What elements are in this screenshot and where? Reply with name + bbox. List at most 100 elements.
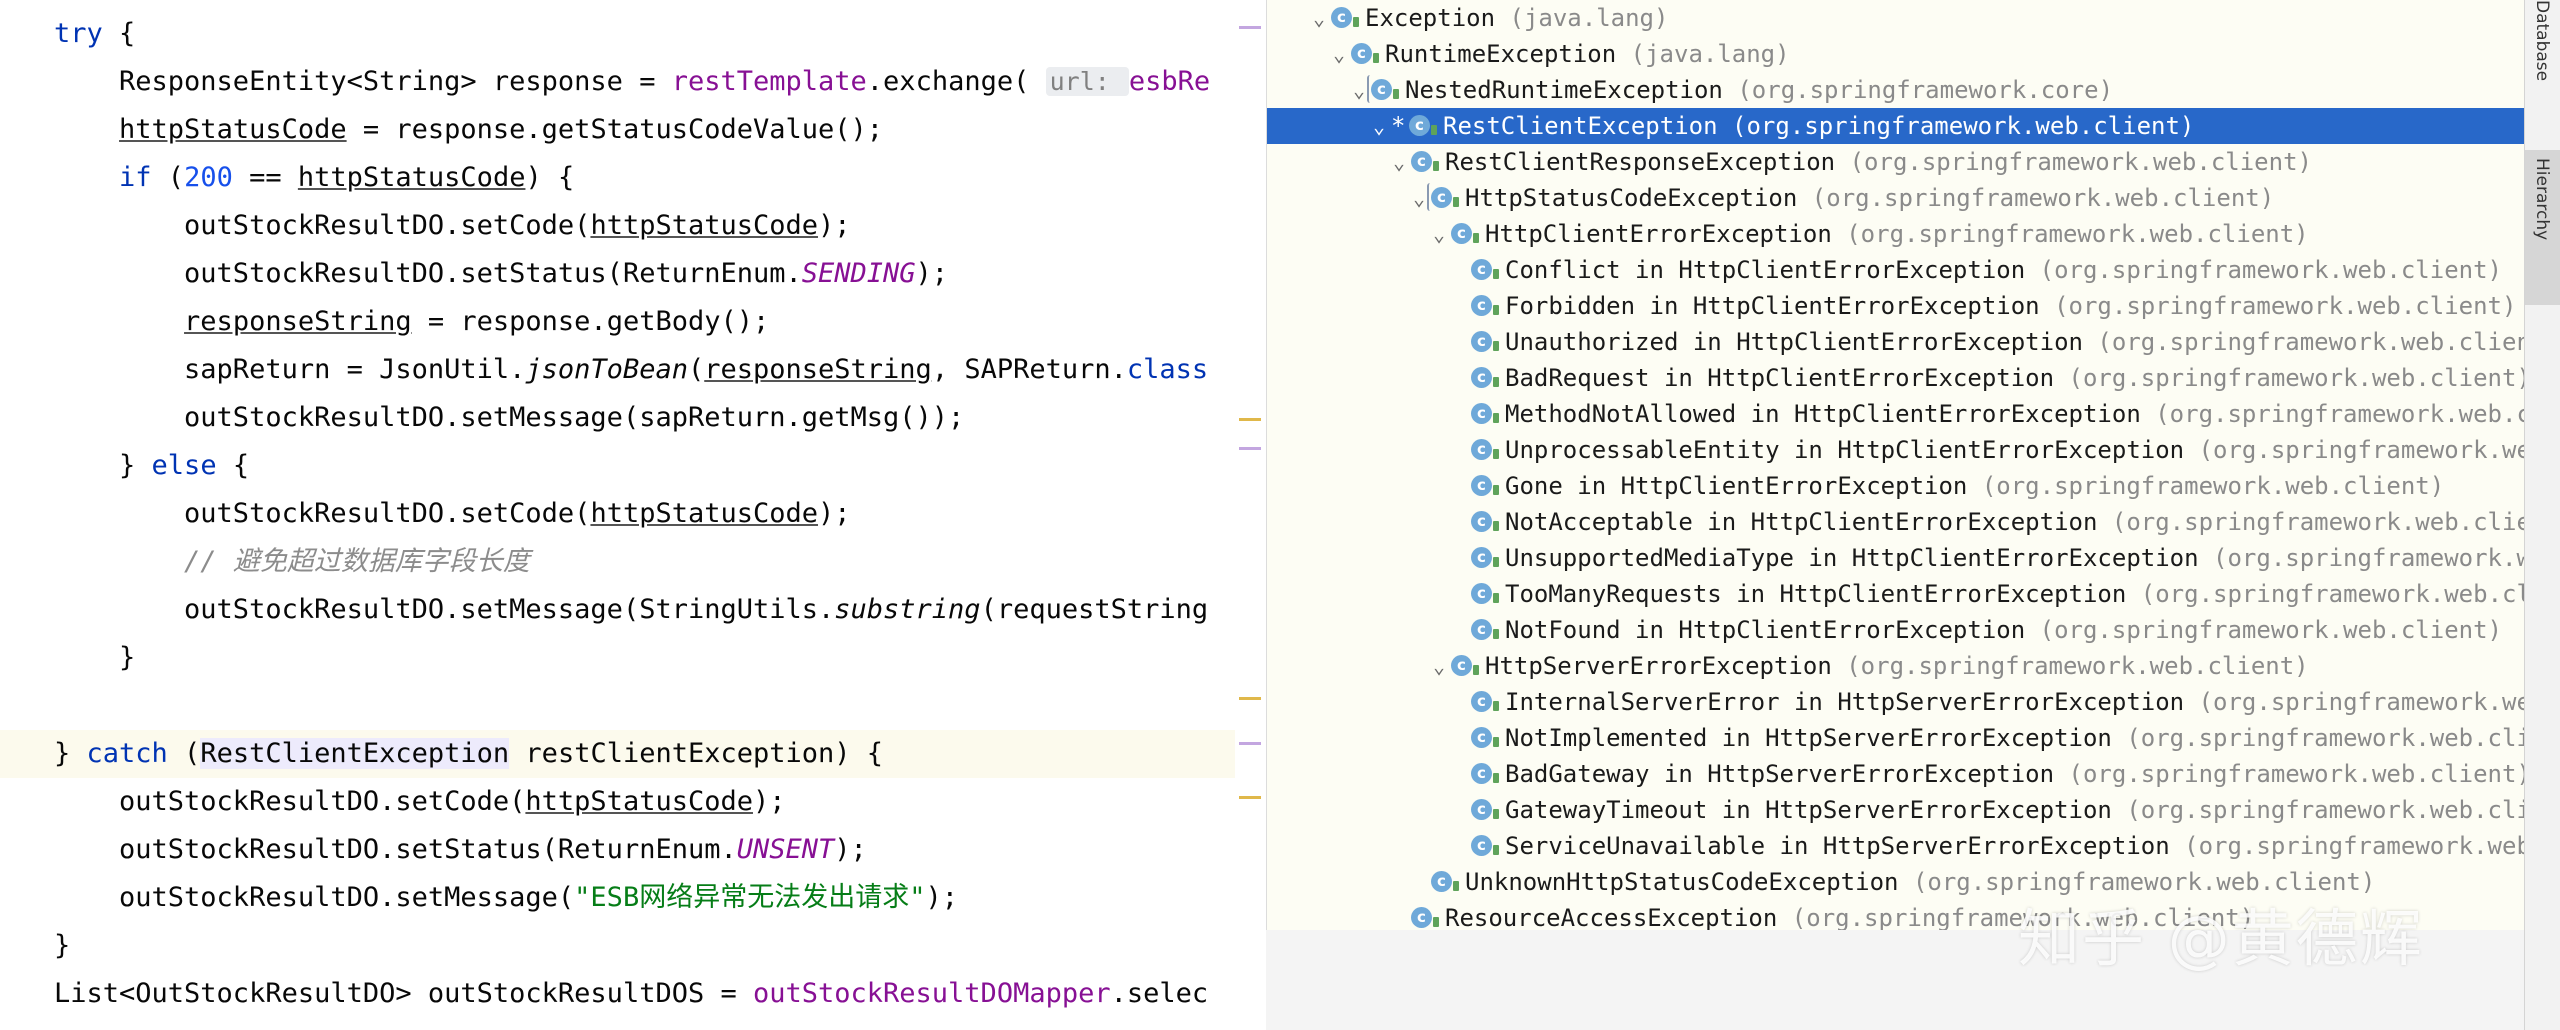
package-name: (org.springframework.web.client) [2213, 544, 2524, 572]
code-line[interactable]: } else { [0, 442, 1266, 490]
editor-marker-gutter[interactable] [1235, 0, 1266, 1030]
tree-row[interactable]: cInternalServerError in HttpServerErrorE… [1267, 684, 2524, 720]
tree-row[interactable]: cUnsupportedMediaType in HttpClientError… [1267, 540, 2524, 576]
tree-row[interactable]: ⌄cHttpServerErrorException (org.springfr… [1267, 648, 2524, 684]
code-line[interactable]: outStockResultDO.setMessage(StringUtils.… [0, 586, 1266, 634]
code-token [54, 306, 184, 337]
tree-row[interactable]: cUnprocessableEntity in HttpClientErrorE… [1267, 432, 2524, 468]
tree-row-text: NotAcceptable in HttpClientErrorExceptio… [1505, 504, 2524, 540]
code-line[interactable]: if (200 == httpStatusCode) { [0, 154, 1266, 202]
tree-row[interactable]: cBadGateway in HttpServerErrorException … [1267, 756, 2524, 792]
code-token: restTemplate [672, 66, 867, 97]
tree-row[interactable]: cNotFound in HttpClientErrorException (o… [1267, 612, 2524, 648]
code-line[interactable]: sapReturn = JsonUtil.jsonToBean(response… [0, 346, 1266, 394]
usage-marker[interactable] [1239, 742, 1261, 745]
chevron-down-icon[interactable]: ⌄ [1429, 648, 1449, 684]
code-line[interactable]: // 避免超过数据库字段长度 [0, 538, 1266, 586]
chevron-down-icon[interactable]: ⌄ [1409, 180, 1429, 216]
class-icon: c [1471, 763, 1492, 784]
warning-marker[interactable] [1239, 796, 1261, 799]
tree-row[interactable]: cNotImplemented in HttpServerErrorExcept… [1267, 720, 2524, 756]
chevron-down-icon[interactable]: ⌄ [1329, 36, 1349, 72]
tree-row[interactable]: ⌄cHttpClientErrorException (org.springfr… [1267, 216, 2524, 252]
chevron-down-icon[interactable]: ⌄ [1349, 72, 1369, 108]
hierarchy-tool-tab[interactable]: Hierarchy [2525, 150, 2560, 305]
chevron-down-icon[interactable]: ⌄ [1389, 144, 1409, 180]
code-token: ); [818, 498, 851, 529]
code-line[interactable]: responseString = response.getBody(); [0, 298, 1266, 346]
class-icon: c [1471, 439, 1492, 460]
usage-marker[interactable] [1239, 447, 1261, 450]
package-name: (org.springframework.web.client) [2126, 724, 2524, 752]
tree-row[interactable]: cServiceUnavailable in HttpServerErrorEx… [1267, 828, 2524, 864]
tree-row[interactable]: cNotAcceptable in HttpClientErrorExcepti… [1267, 504, 2524, 540]
code-token: SENDING [802, 258, 916, 289]
tree-row[interactable]: ⌄cRuntimeException (java.lang) [1267, 36, 2524, 72]
public-access-icon [1433, 917, 1439, 927]
package-name: (org.springframework.web.client) [1850, 148, 2312, 176]
tree-row[interactable]: cBadRequest in HttpClientErrorException … [1267, 360, 2524, 396]
class-name: Exception [1365, 4, 1495, 32]
tree-row[interactable]: cMethodNotAllowed in HttpClientErrorExce… [1267, 396, 2524, 432]
public-access-icon [1493, 521, 1499, 531]
class-name: Unauthorized in HttpClientErrorException [1505, 328, 2083, 356]
code-token: outStockResultDO.setCode( [54, 786, 525, 817]
warning-marker[interactable] [1239, 418, 1261, 421]
tree-row[interactable]: ⌄cHttpStatusCodeException (org.springfra… [1267, 180, 2524, 216]
warning-marker[interactable] [1239, 697, 1261, 700]
public-access-icon [1493, 305, 1499, 315]
package-name: (org.springframework.core) [1737, 76, 2113, 104]
tree-row[interactable]: cGatewayTimeout in HttpServerErrorExcept… [1267, 792, 2524, 828]
type-hierarchy-tree[interactable]: ⌄cException (java.lang)⌄cRuntimeExceptio… [1266, 0, 2524, 930]
tree-row[interactable]: cTooManyRequests in HttpClientErrorExcep… [1267, 576, 2524, 612]
code-line[interactable]: ResponseEntity<String> response = restTe… [0, 58, 1266, 106]
code-line[interactable]: outStockResultDO.setCode(httpStatusCode)… [0, 202, 1266, 250]
tree-row[interactable]: cConflict in HttpClientErrorException (o… [1267, 252, 2524, 288]
code-token: ResponseEntity<String> response = [54, 66, 672, 97]
code-line[interactable]: outStockResultDO.setCode(httpStatusCode)… [0, 490, 1266, 538]
code-editor[interactable]: try { ResponseEntity<String> response = … [0, 0, 1266, 1030]
class-icon: c [1411, 907, 1432, 928]
code-token: ); [834, 834, 867, 865]
class-name: Conflict in HttpClientErrorException [1505, 256, 2025, 284]
tree-row-selected[interactable]: ⌄*cRestClientException (org.springframew… [1267, 108, 2524, 144]
chevron-down-icon[interactable]: ⌄ [1309, 0, 1329, 36]
code-token: ( [168, 738, 201, 769]
code-line-current[interactable]: } catch (RestClientException restClientE… [0, 730, 1266, 778]
tree-row[interactable]: cForbidden in HttpClientErrorException (… [1267, 288, 2524, 324]
code-line[interactable]: outStockResultDO.setCode(httpStatusCode)… [0, 778, 1266, 826]
public-access-icon [1453, 197, 1459, 207]
tree-row[interactable]: ⌄cRestClientResponseException (org.sprin… [1267, 144, 2524, 180]
public-access-icon [1493, 449, 1499, 459]
tree-row[interactable]: cUnauthorized in HttpClientErrorExceptio… [1267, 324, 2524, 360]
package-name: (org.springframework.web.client) [1846, 220, 2308, 248]
code-token: if [119, 162, 152, 193]
tree-row[interactable]: ⌄cException (java.lang) [1267, 0, 2524, 36]
code-token: { [103, 18, 136, 49]
public-access-icon [1493, 809, 1499, 819]
package-name: (org.springframework.web.client) [1846, 652, 2308, 680]
tree-row[interactable]: cGone in HttpClientErrorException (org.s… [1267, 468, 2524, 504]
code-token: } [54, 642, 135, 673]
code-token: esbRe [1129, 66, 1210, 97]
class-icon: c [1331, 7, 1352, 28]
code-line[interactable]: } [0, 922, 1266, 970]
class-icon: c [1411, 151, 1432, 172]
code-line[interactable]: try { [0, 10, 1266, 58]
code-line[interactable]: outStockResultDO.setStatus(ReturnEnum.SE… [0, 250, 1266, 298]
code-line[interactable] [0, 682, 1266, 730]
usage-marker[interactable] [1239, 26, 1261, 29]
code-line[interactable]: outStockResultDO.setMessage("ESB网络异常无法发出… [0, 874, 1266, 922]
code-line[interactable]: } [0, 634, 1266, 682]
chevron-down-icon[interactable]: ⌄ [1429, 216, 1449, 252]
code-line[interactable]: List<OutStockResultDO> outStockResultDOS… [0, 970, 1266, 1018]
code-token: outStockResultDO.setStatus(ReturnEnum. [54, 258, 802, 289]
tree-row[interactable]: ⌄cNestedRuntimeException (org.springfram… [1267, 72, 2524, 108]
code-token: httpStatusCode [119, 114, 347, 145]
code-token: ) { [525, 162, 574, 193]
code-line[interactable]: httpStatusCode = response.getStatusCodeV… [0, 106, 1266, 154]
code-line[interactable]: outStockResultDO.setMessage(sapReturn.ge… [0, 394, 1266, 442]
chevron-down-icon[interactable]: ⌄ [1369, 108, 1389, 144]
code-line[interactable]: outStockResultDO.setStatus(ReturnEnum.UN… [0, 826, 1266, 874]
database-tool-tab[interactable]: Database [2525, 0, 2560, 118]
